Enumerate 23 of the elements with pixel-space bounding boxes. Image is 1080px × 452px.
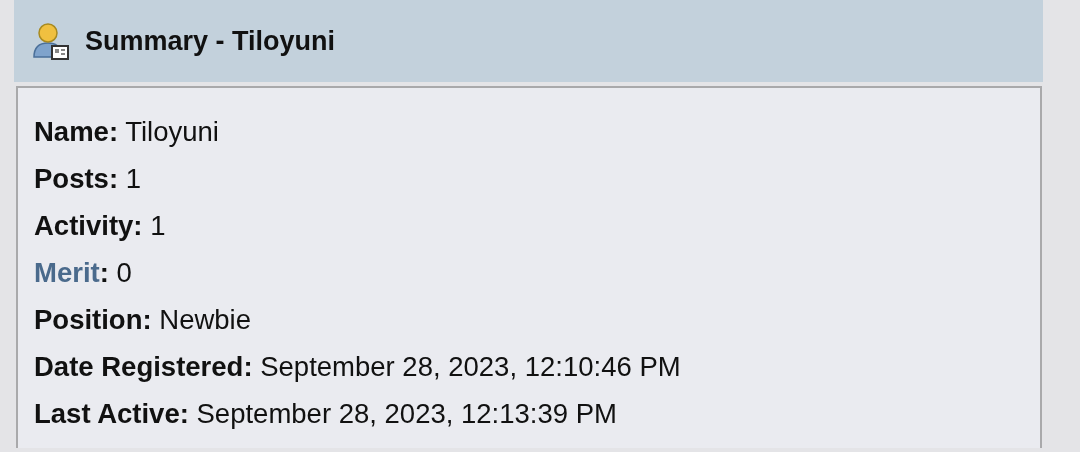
user-profile-icon [32, 21, 70, 61]
field-label-link[interactable]: Merit [34, 257, 100, 288]
field-value: September 28, 2023, 12:10:46 PM [260, 351, 681, 382]
label-colon: : [108, 163, 119, 194]
field-label: Activity [34, 210, 134, 241]
section-title: Summary - Tiloyuni [85, 25, 336, 57]
label-colon: : [133, 210, 143, 241]
field-label: Position [34, 304, 143, 335]
label-colon: : [99, 257, 109, 288]
field-value: 1 [150, 210, 166, 241]
field-value: September 28, 2023, 12:13:39 PM [196, 398, 617, 429]
field-value: Newbie [159, 304, 251, 335]
label-colon: : [179, 398, 189, 429]
label-colon: : [142, 304, 152, 335]
field-label: Last Active [34, 398, 180, 429]
field-label: Date Registered [34, 351, 244, 382]
field-value: 1 [125, 163, 141, 194]
label-colon: : [108, 116, 119, 147]
field-value: Tiloyuni [125, 116, 219, 147]
label-colon: : [243, 351, 253, 382]
field-label: Name [34, 116, 109, 147]
field-label: Posts [34, 163, 109, 194]
field-value: 0 [116, 257, 132, 288]
